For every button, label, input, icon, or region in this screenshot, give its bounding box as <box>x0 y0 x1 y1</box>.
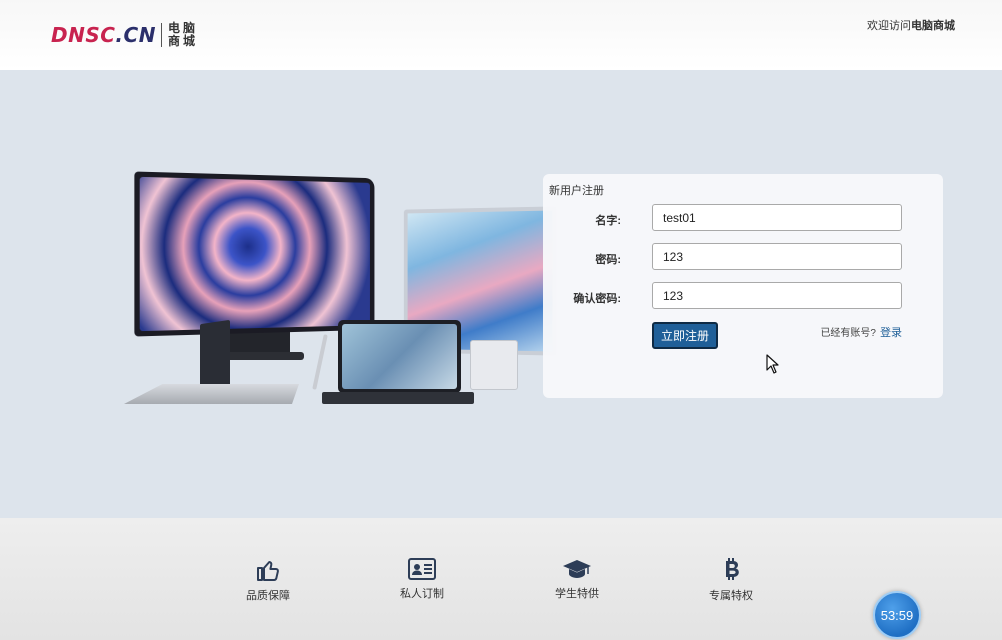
feature-quality[interactable]: 品质保障 <box>228 558 308 604</box>
login-prompt-text: 已经有账号? <box>820 328 876 339</box>
confirm-password-label: 确认密码: <box>573 290 621 306</box>
graduation-cap-icon <box>562 558 592 580</box>
feature-privilege-label: 专属特权 <box>709 590 753 602</box>
login-link[interactable]: 登录 <box>880 327 902 339</box>
curved-monitor-image <box>134 171 374 336</box>
confirm-password-input[interactable] <box>652 282 902 309</box>
feature-custom[interactable]: 私人订制 <box>382 558 462 602</box>
thumbs-up-icon <box>256 558 280 582</box>
pc-tower-image <box>470 340 518 390</box>
password-input[interactable] <box>652 243 902 270</box>
tablet-image <box>338 320 461 393</box>
mouse-cursor-icon <box>766 354 780 374</box>
footer-features: 品质保障 私人订制 学生特供 专属特权 <box>0 518 1002 640</box>
name-input[interactable] <box>652 204 902 231</box>
feature-student-label: 学生特供 <box>555 588 599 600</box>
register-button[interactable]: 立即注册 <box>652 322 718 349</box>
timer-badge[interactable]: 53:59 <box>873 591 921 639</box>
feature-student[interactable]: 学生特供 <box>537 558 617 602</box>
tablet-keyboard-image <box>322 392 474 404</box>
feature-custom-label: 私人订制 <box>400 588 444 600</box>
bitcoin-icon <box>721 558 741 582</box>
register-title: 新用户注册 <box>549 182 604 198</box>
logo-chinese-text: 电脑商城 <box>168 22 200 48</box>
name-label: 名字: <box>595 212 621 228</box>
register-card: 新用户注册 名字: 密码: 确认密码: 立即注册 已经有账号? 登录 <box>543 174 943 398</box>
login-prompt: 已经有账号? 登录 <box>820 324 902 340</box>
password-label: 密码: <box>595 251 621 267</box>
logo[interactable]: DNSC.CN 电脑商城 <box>51 22 200 48</box>
header: DNSC.CN 电脑商城 欢迎访问电脑商城 <box>0 0 1002 70</box>
id-card-icon <box>408 558 436 580</box>
feature-quality-label: 品质保障 <box>246 590 290 602</box>
logo-divider <box>161 23 162 47</box>
logo-text: DNSC.CN <box>51 23 156 47</box>
feature-privilege[interactable]: 专属特权 <box>691 558 771 604</box>
welcome-text: 欢迎访问电脑商城 <box>867 17 955 33</box>
